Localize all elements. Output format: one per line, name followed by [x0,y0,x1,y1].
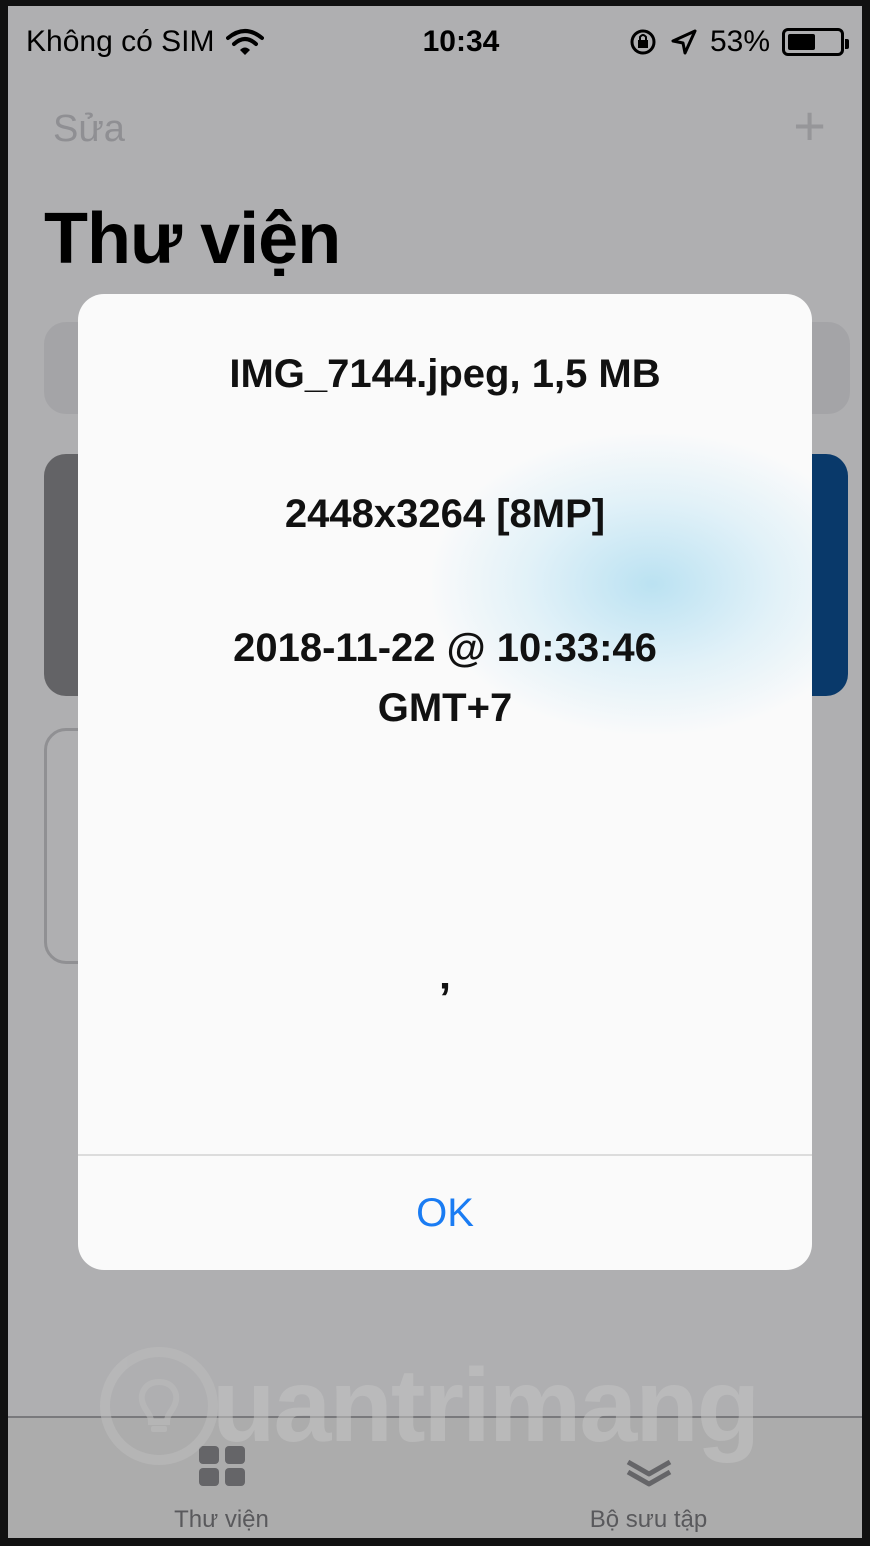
capture-date-line2: GMT+7 [377,686,513,730]
lightbulb-icon [100,1347,218,1465]
capture-date-line1: 2018-11-22 @ 10:33:46 [233,626,657,670]
capture-date: 2018-11-22 @ 10:33:46 GMT+7 [78,618,812,738]
watermark-text: uantrimang [212,1348,760,1464]
ok-button[interactable]: OK [78,1156,812,1270]
extra-text: ’ [438,974,452,1023]
info-alert: IMG_7144.jpeg, 1,5 MB 2448x3264 [8MP] 20… [78,294,812,1270]
watermark: uantrimang [100,1346,800,1466]
image-dimensions: 2448x3264 [8MP] [284,492,606,536]
file-info: IMG_7144.jpeg, 1,5 MB [229,352,661,396]
phone-screen: Không có SIM 10:34 53% Sửa + Thư viện Th… [0,0,870,1546]
